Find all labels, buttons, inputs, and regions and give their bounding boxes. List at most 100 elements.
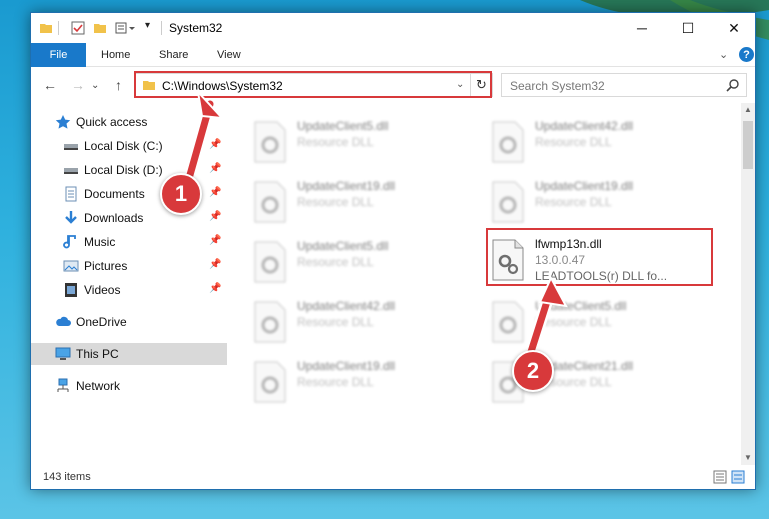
customize-toolbar-icon[interactable] [115,21,139,35]
dll-file-icon [254,241,286,283]
file-name: UpdateClient5.dll [535,299,627,313]
forward-icon[interactable]: → [71,77,85,93]
properties-icon[interactable] [71,21,85,35]
file-item[interactable]: UpdateClient42.dll Resource DLL [491,117,721,167]
pin-icon[interactable]: 📌 [209,139,221,150]
details-view-icon[interactable] [713,470,727,484]
cloud-icon [56,316,71,326]
computer-icon [55,347,71,360]
sidebar-item-label: Local Disk (D:) [84,163,163,177]
folder-icon [40,24,52,33]
sidebar-item-label: Quick access [76,115,148,129]
dll-file-icon [254,181,286,223]
title-separator [161,21,162,35]
file-type: Resource DLL [297,255,374,269]
file-name: UpdateClient19.dll [297,359,396,373]
file-item[interactable]: UpdateClient5.dll Resource DLL [253,237,483,287]
file-item[interactable]: UpdateClient19.dll Resource DLL [253,177,483,227]
search-icon[interactable] [726,78,740,92]
file-item[interactable]: UpdateClient19.dll Resource DLL [253,357,483,407]
up-icon[interactable]: ↑ [115,77,122,93]
scroll-up-icon[interactable]: ▲ [741,103,755,117]
file-name: UpdateClient42.dll [535,119,634,133]
dll-file-icon [254,121,286,163]
back-icon[interactable]: ← [43,77,57,93]
sidebar-item-quick-access[interactable]: Quick access [31,111,227,133]
navigation-pane: Quick access Local Disk (C:) 📌 Local Dis… [31,103,227,465]
expand-ribbon-icon[interactable]: ⌄ [719,48,728,61]
title-sep [58,21,59,35]
file-type: Resource DLL [297,195,374,209]
sidebar-item-label: Videos [84,283,121,297]
dll-file-icon [254,301,286,343]
maximize-icon: ☐ [681,19,695,36]
help-button[interactable]: ? [739,47,754,62]
sidebar-item-label: Network [76,379,121,393]
tab-file[interactable]: File [31,43,86,67]
sidebar-item-label: This PC [76,347,119,361]
sidebar-item-music[interactable]: Music 📌 [31,231,227,253]
pin-icon[interactable]: 📌 [209,211,221,222]
pin-icon[interactable]: 📌 [209,259,221,270]
pin-icon[interactable]: 📌 [209,283,221,294]
sidebar-item-label: OneDrive [76,315,127,329]
file-item[interactable]: UpdateClient19.dll Resource DLL [491,177,721,227]
file-item[interactable]: UpdateClient5.dll Resource DLL [491,297,721,347]
vertical-scrollbar[interactable]: ▲ ▼ [741,103,755,465]
window-title: System32 [169,21,223,35]
scroll-thumb[interactable] [743,121,753,169]
minimize-button[interactable]: ─ [619,13,665,43]
sidebar-item-onedrive[interactable]: OneDrive [31,311,227,333]
sidebar-item-pictures[interactable]: Pictures 📌 [31,255,227,277]
maximize-button[interactable]: ☐ [665,13,711,43]
recent-locations-icon[interactable]: ⌄ [91,80,99,91]
tab-home[interactable]: Home [101,49,130,61]
sidebar-item-local-disk-d[interactable]: Local Disk (D:) 📌 [31,159,227,181]
status-bar: 143 items [31,465,755,489]
sidebar-item-network[interactable]: Network [31,375,227,397]
sidebar-item-label: Documents [84,187,145,201]
close-button[interactable]: ✕ [711,13,757,43]
file-item[interactable]: UpdateClient42.dll Resource DLL [253,297,483,347]
dropdown-arrow-icon[interactable]: ▾ [145,20,150,31]
documents-icon [65,186,77,202]
file-item[interactable]: UpdateClient5.dll Resource DLL [253,117,483,167]
sidebar-item-label: Downloads [84,211,144,225]
file-name: UpdateClient19.dll [297,179,396,193]
tab-view[interactable]: View [217,49,241,61]
file-type: Resource DLL [297,375,374,389]
file-type: Resource DLL [535,135,612,149]
large-icons-view-icon[interactable] [731,470,745,484]
dll-file-icon [492,121,524,163]
tab-share[interactable]: Share [159,49,188,61]
callout-badge-2: 2 [512,350,554,392]
sidebar-item-this-pc[interactable]: This PC [31,343,227,365]
pin-icon[interactable]: 📌 [209,187,221,198]
address-highlight-box [134,71,492,98]
sidebar-item-videos[interactable]: Videos 📌 [31,279,227,301]
sidebar-item-local-disk-c[interactable]: Local Disk (C:) 📌 [31,135,227,157]
file-type: Resource DLL [297,135,374,149]
music-icon [63,235,76,249]
search-input[interactable]: Search System32 [510,79,605,93]
network-icon [57,378,69,392]
title-bar: ▾ System32 ─ ☐ ✕ [31,13,755,43]
new-folder-icon[interactable] [93,21,107,35]
drive-icon [64,144,78,150]
dll-file-icon [492,301,524,343]
file-type: Resource DLL [535,315,612,329]
sidebar-item-downloads[interactable]: Downloads 📌 [31,207,227,229]
search-box[interactable]: Search System32 [501,73,747,97]
sidebar-item-label: Music [84,235,116,249]
sidebar-item-label: Pictures [84,259,128,273]
videos-icon [65,283,77,297]
scroll-down-icon[interactable]: ▼ [741,451,755,465]
item-count: 143 items [43,471,91,483]
file-name: UpdateClient5.dll [297,119,389,133]
file-name: UpdateClient19.dll [535,179,634,193]
close-icon: ✕ [728,19,740,36]
file-name: UpdateClient42.dll [297,299,396,313]
drive-icon [64,168,78,174]
pin-icon[interactable]: 📌 [209,235,221,246]
pin-icon[interactable]: 📌 [209,163,221,174]
